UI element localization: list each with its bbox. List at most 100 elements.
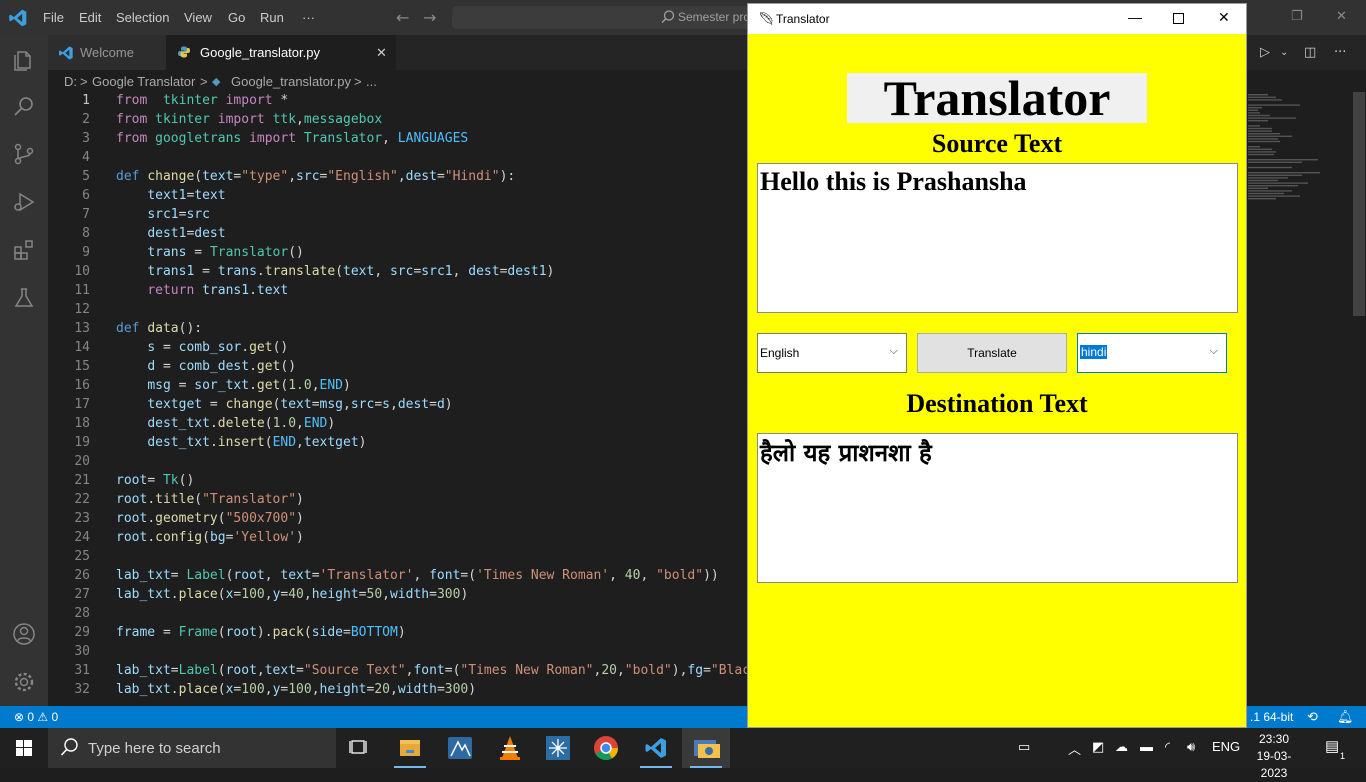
code-line[interactable]: 30 (48, 644, 748, 663)
breadcrumb-drive[interactable]: D: (64, 74, 77, 89)
breadcrumb-folder[interactable]: Google Translator (92, 74, 195, 89)
destination-text-area[interactable]: हैलो यह प्राशनशा है (757, 433, 1238, 583)
account-icon[interactable] (12, 622, 36, 646)
code-line[interactable]: 31 lab_txt=Label(root,text="Source Text",… (48, 663, 748, 682)
minimize-icon[interactable]: — (1128, 9, 1142, 25)
editor-scrollbar[interactable] (1352, 92, 1366, 706)
breadcrumb-symbol[interactable]: ... (366, 74, 377, 89)
python-taskbar-icon[interactable] (682, 728, 730, 768)
tab-welcome[interactable]: Welcome (48, 35, 166, 70)
code-line[interactable]: 32 lab_txt.place(x=100,y=100,height=20,wi… (48, 682, 748, 701)
code-line[interactable]: 18 dest_txt.delete(1.0,END) (48, 416, 748, 435)
code-line[interactable]: 4 (48, 150, 748, 169)
extensions-icon[interactable] (12, 238, 36, 262)
nav-back-icon[interactable]: ← (396, 8, 409, 27)
menu-edit[interactable]: Edit (79, 10, 101, 25)
explorer-icon[interactable] (12, 48, 36, 72)
battery-icon[interactable]: ▬ (1140, 739, 1153, 754)
problems-indicator[interactable]: ⊗ 0 ⚠ 0 (14, 710, 58, 724)
meet-now-icon[interactable]: ◩ (1092, 739, 1104, 755)
code-line[interactable]: 12 (48, 302, 748, 321)
close-icon[interactable]: ✕ (1336, 9, 1347, 24)
code-line[interactable]: 19 dest_txt.insert(END,textget) (48, 435, 748, 454)
code-line[interactable]: 24 root.config(bg='Yellow') (48, 530, 748, 549)
run-file-icon[interactable]: ▷ (1260, 45, 1272, 60)
code-line[interactable]: 3 from googletrans import Translator, LAN… (48, 131, 748, 150)
chevron-down-icon[interactable]: ⌵ (1210, 345, 1218, 358)
tab-close-icon[interactable]: ✕ (376, 45, 387, 61)
source-text-area[interactable]: Hello this is Prashansha (757, 163, 1238, 313)
split-editor-icon[interactable]: ◫ (1304, 45, 1318, 60)
menu-selection[interactable]: Selection (116, 10, 169, 25)
snipping-tool-icon[interactable] (534, 728, 582, 768)
task-view-icon[interactable] (336, 728, 384, 768)
translate-button[interactable]: Translate (917, 333, 1067, 373)
menu-go[interactable]: Go (228, 10, 245, 25)
code-line[interactable]: 8 dest1=dest (48, 226, 748, 245)
app-icon[interactable] (436, 728, 484, 768)
code-line[interactable]: 14 s = comb_sor.get() (48, 340, 748, 359)
tab-google-translator[interactable]: Google_translator.py ✕ (166, 35, 396, 70)
code-editor[interactable]: 1 from tkinter import * 2 from tkinter impo… (48, 92, 748, 706)
code-line[interactable]: 17 textget = change(text=msg,src=s,dest=… (48, 397, 748, 416)
maximize-icon[interactable] (1173, 13, 1184, 24)
code-line[interactable]: 5 def change(text="type",src="English",de… (48, 169, 748, 188)
code-line[interactable]: 22 root.title("Translator") (48, 492, 748, 511)
source-control-icon[interactable] (12, 142, 36, 166)
taskbar-search[interactable]: Type here to search (48, 728, 336, 768)
settings-gear-icon[interactable] (12, 670, 36, 694)
code-line[interactable]: 11 return trans1.text (48, 283, 748, 302)
close-icon[interactable]: ✕ (1218, 9, 1230, 26)
action-center-icon[interactable]: ▤ (1325, 737, 1339, 755)
scrollbar-thumb[interactable] (1353, 92, 1365, 316)
minimap[interactable] (1246, 92, 1350, 706)
code-line[interactable]: 1 from tkinter import * (48, 93, 748, 112)
code-line[interactable]: 25 (48, 549, 748, 568)
menu-file[interactable]: File (43, 10, 64, 25)
run-debug-icon[interactable] (12, 190, 36, 214)
menu-run[interactable]: Run (260, 10, 284, 25)
code-line[interactable]: 9 trans = Translator() (48, 245, 748, 264)
menu-more[interactable]: ··· (302, 10, 315, 25)
chevron-up-icon[interactable]: ︿ (1068, 739, 1081, 758)
more-actions-icon[interactable]: ··· (1334, 45, 1350, 60)
volume-icon[interactable]: 🔊︎ (1187, 739, 1195, 755)
code-line[interactable]: 2 from tkinter import ttk,messagebox (48, 112, 748, 131)
feedback-icon[interactable]: ⟲ (1307, 709, 1318, 725)
chevron-down-icon[interactable]: ⌄ (1280, 47, 1292, 58)
code-line[interactable]: 15 d = comb_dest.get() (48, 359, 748, 378)
breadcrumb-file[interactable]: Google_translator.py (231, 74, 351, 89)
code-line[interactable]: 21 root= Tk() (48, 473, 748, 492)
chrome-icon[interactable] (582, 728, 630, 768)
code-line[interactable]: 10 trans1 = trans.translate(text, src=sr… (48, 264, 748, 283)
wifi-icon[interactable]: ◜ (1165, 739, 1170, 755)
python-interpreter[interactable]: .1 64-bit (1250, 710, 1293, 724)
code-line[interactable]: 28 (48, 606, 748, 625)
bell-icon[interactable]: 🔔︎ (1337, 709, 1354, 725)
code-line[interactable]: 23 root.geometry("500x700") (48, 511, 748, 530)
vscode-taskbar-icon[interactable] (632, 728, 680, 768)
destination-language-select[interactable]: hindi ⌵ (1077, 333, 1227, 373)
code-line[interactable]: 20 (48, 454, 748, 473)
restore-icon[interactable]: ❐ (1291, 9, 1303, 24)
code-line[interactable]: 26 lab_txt= Label(root, text='Translator'… (48, 568, 748, 587)
source-language-select[interactable]: English ⌵ (757, 333, 907, 373)
menu-view[interactable]: View (184, 10, 212, 25)
testing-icon[interactable] (12, 286, 36, 310)
search-icon[interactable] (12, 94, 36, 118)
file-explorer-icon[interactable] (386, 728, 434, 768)
code-line[interactable]: 29 frame = Frame(root).pack(side=BOTTOM) (48, 625, 748, 644)
code-line[interactable]: 13 def data(): (48, 321, 748, 340)
input-language[interactable]: ENG (1212, 739, 1240, 754)
nav-forward-icon[interactable]: → (423, 8, 436, 27)
code-line[interactable]: 6 text1=text (48, 188, 748, 207)
code-line[interactable]: 16 msg = sor_txt.get(1.0,END) (48, 378, 748, 397)
code-line[interactable]: 27 lab_txt.place(x=100,y=40,height=50,wid… (48, 587, 748, 606)
command-center[interactable]: Semester pro (452, 6, 752, 29)
windows-start-icon[interactable] (0, 728, 48, 768)
clock[interactable]: 23:30 19-03-2023 (1244, 731, 1304, 782)
chevron-down-icon[interactable]: ⌵ (890, 345, 898, 358)
onedrive-icon[interactable]: ☁ (1115, 739, 1128, 755)
vlc-icon[interactable] (486, 728, 534, 768)
notification-area-icon[interactable]: ▭ (1018, 739, 1030, 755)
